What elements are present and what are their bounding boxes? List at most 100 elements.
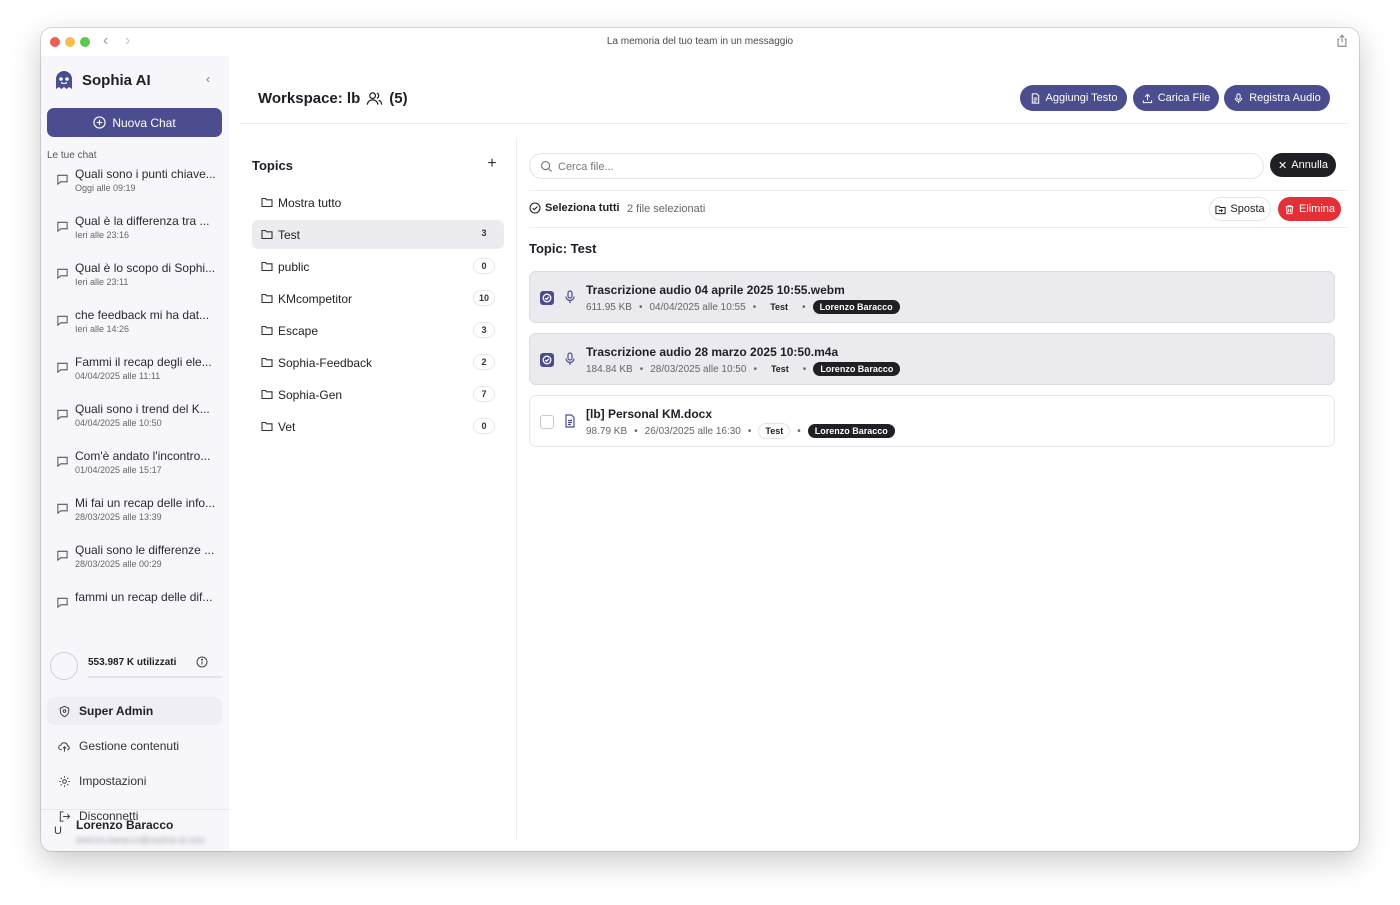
- brand-name: Sophia AI: [82, 71, 151, 89]
- gear-icon: [59, 775, 70, 787]
- separator: •: [634, 425, 638, 437]
- topic-item-escape[interactable]: Escape 3: [252, 316, 504, 345]
- file-checkbox[interactable]: [540, 415, 554, 429]
- chat-item[interactable]: Fammi il recap degli ele... 04/04/2025 a…: [41, 354, 229, 401]
- select-all-toggle[interactable]: Seleziona tutti: [529, 202, 620, 214]
- chat-bubble-icon: [57, 174, 68, 186]
- plus-circle-icon: [93, 116, 106, 129]
- topic-item-kmcompetitor[interactable]: KMcompetitor 10: [252, 284, 504, 313]
- chat-bubble-icon: [57, 315, 68, 327]
- file-topic-tag: Test: [770, 364, 789, 374]
- cancel-selection-button[interactable]: ✕ Annulla: [1270, 153, 1336, 177]
- settings-menu-item[interactable]: Impostazioni: [47, 767, 222, 795]
- chat-time: Ieri alle 14:26: [75, 324, 130, 334]
- file-topic-tag: Test: [758, 423, 791, 439]
- separator: •: [752, 301, 757, 313]
- close-icon: ✕: [1278, 159, 1288, 172]
- member-count: (5): [389, 90, 408, 107]
- share-icon[interactable]: [1335, 34, 1349, 48]
- info-icon[interactable]: [196, 656, 208, 668]
- chat-item[interactable]: fammi un recap delle dif...: [41, 589, 229, 636]
- folder-icon: [261, 421, 273, 432]
- move-button[interactable]: Sposta: [1209, 197, 1271, 221]
- file-size: 98.79 KB: [586, 425, 628, 437]
- file-checkbox[interactable]: [540, 353, 554, 367]
- topics-title: Topics: [252, 158, 293, 173]
- user-profile[interactable]: U Lorenzo Baracco lorenzo.baracco@sophia…: [41, 813, 229, 851]
- sidebar-divider: [41, 809, 229, 810]
- chat-title: Quali sono i trend del K...: [75, 402, 210, 416]
- topic-count-badge: 10: [472, 290, 495, 306]
- microphone-icon: [565, 290, 575, 303]
- file-card[interactable]: Trascrizione audio 28 marzo 2025 10:50.m…: [529, 333, 1335, 385]
- folder-icon: [261, 229, 273, 240]
- select-all-label: Seleziona tutti: [545, 202, 620, 214]
- topic-item-show-all[interactable]: Mostra tutto: [252, 188, 504, 217]
- selected-count: 2 file selezionati: [627, 203, 706, 215]
- record-audio-button[interactable]: Registra Audio: [1224, 85, 1330, 111]
- chat-item[interactable]: Quali sono le differenze ... 28/03/2025 …: [41, 542, 229, 589]
- topic-count-badge: 0: [473, 258, 495, 274]
- chats-section-label: Le tue chat: [47, 150, 97, 161]
- separator: •: [747, 425, 752, 437]
- chat-item[interactable]: Quali sono i punti chiave... Oggi alle 0…: [41, 166, 229, 213]
- chat-item[interactable]: che feedback mi ha dat... Ieri alle 14:2…: [41, 307, 229, 354]
- add-text-button[interactable]: Aggiungi Testo: [1020, 85, 1127, 111]
- content-management-menu-item[interactable]: Gestione contenuti: [47, 732, 222, 760]
- topic-item-sophia-gen[interactable]: Sophia-Gen 7: [252, 380, 504, 409]
- file-card[interactable]: Trascrizione audio 04 aprile 2025 10:55.…: [529, 271, 1335, 323]
- topic-name: KMcompetitor: [278, 292, 353, 306]
- topic-item-vet[interactable]: Vet 0: [252, 412, 504, 441]
- cancel-label: Annulla: [1291, 159, 1328, 171]
- file-meta: 611.95 KB • 04/04/2025 alle 10:55 • Test…: [586, 299, 900, 315]
- topic-item-sophia-feedback[interactable]: Sophia-Feedback 2: [252, 348, 504, 377]
- chat-item[interactable]: Com'è andato l'incontro... 01/04/2025 al…: [41, 448, 229, 495]
- usage-ring: [50, 652, 78, 680]
- chat-item[interactable]: Quali sono i trend del K... 04/04/2025 a…: [41, 401, 229, 448]
- column-divider: [516, 139, 517, 839]
- new-chat-button[interactable]: Nuova Chat: [47, 108, 222, 137]
- file-topic-tag: Test: [770, 302, 789, 312]
- chat-item[interactable]: Mi fai un recap delle info... 28/03/2025…: [41, 495, 229, 542]
- usage-text: 553.987 K utilizzati: [88, 657, 177, 668]
- super-admin-menu-item[interactable]: Super Admin: [47, 697, 222, 725]
- chat-title: Com'è andato l'incontro...: [75, 449, 211, 463]
- checkmark-icon: [542, 355, 552, 365]
- chat-item[interactable]: Qual è lo scopo di Sophi... Ieri alle 23…: [41, 260, 229, 307]
- divider: [529, 190, 1347, 191]
- record-audio-label: Registra Audio: [1249, 92, 1321, 104]
- topic-count-badge: 2: [473, 354, 495, 370]
- workspace-name: Workspace: lb: [258, 90, 361, 107]
- chat-item[interactable]: Qual è la differenza tra ... Ieri alle 2…: [41, 213, 229, 260]
- app-window: ‹ › La memoria del tuo team in un messag…: [41, 28, 1359, 851]
- folder-icon: [261, 197, 273, 208]
- cloud-upload-icon: [58, 741, 70, 752]
- chat-bubble-icon: [57, 456, 68, 468]
- chat-title: Mi fai un recap delle info...: [75, 496, 216, 510]
- settings-label: Impostazioni: [79, 774, 147, 788]
- file-meta: 184.84 KB • 28/03/2025 alle 10:50 • Test…: [586, 361, 901, 377]
- window-title: La memoria del tuo team in un messaggio: [606, 36, 794, 47]
- folder-icon: [261, 389, 273, 400]
- file-checkbox[interactable]: [540, 291, 554, 305]
- add-topic-icon[interactable]: +: [485, 155, 499, 173]
- chat-time: 04/04/2025 alle 11:11: [75, 371, 161, 381]
- header-divider: [240, 123, 1348, 124]
- check-circle-icon: [529, 202, 541, 214]
- topic-name: Sophia-Feedback: [278, 356, 373, 370]
- delete-button[interactable]: Elimina: [1278, 197, 1341, 221]
- topic-item-test[interactable]: Test 3: [252, 220, 504, 249]
- topic-heading: Topic: Test: [529, 241, 597, 256]
- trash-icon: [1285, 204, 1294, 214]
- upload-file-button[interactable]: Carica File: [1133, 85, 1219, 111]
- users-icon[interactable]: [366, 90, 383, 107]
- file-card[interactable]: [lb] Personal KM.docx 98.79 KB • 26/03/2…: [529, 395, 1335, 447]
- search-input[interactable]: [558, 158, 1248, 175]
- user-name: Lorenzo Baracco: [76, 818, 174, 832]
- upload-file-label: Carica File: [1157, 92, 1211, 104]
- collapse-sidebar-icon[interactable]: ‹: [201, 72, 215, 86]
- chat-time: 01/04/2025 alle 15:17: [75, 465, 162, 475]
- topic-item-public[interactable]: public 0: [252, 252, 504, 281]
- usage-bar: [88, 676, 222, 678]
- workspace-title: Workspace: lb (5): [258, 90, 408, 107]
